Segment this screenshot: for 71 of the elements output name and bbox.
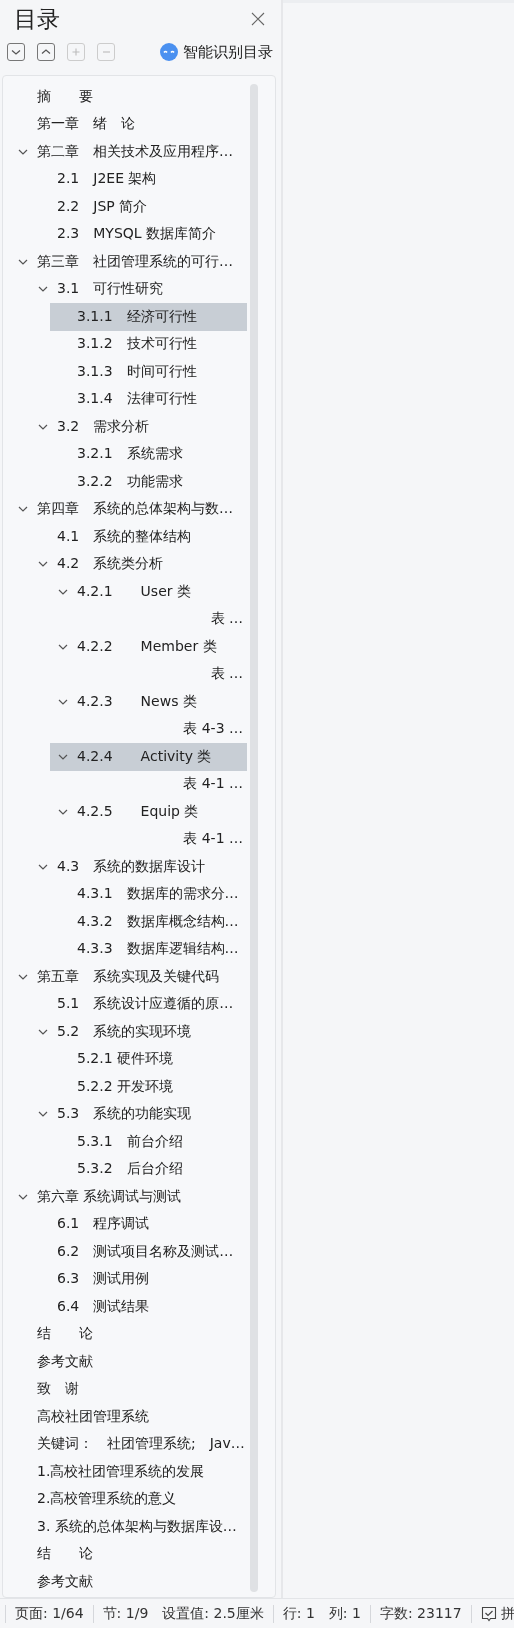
collapse-button[interactable] (37, 43, 55, 61)
tree-item[interactable]: 表 4-3 … (70, 715, 247, 743)
tree-item[interactable]: 4.2.3 News 类 (50, 688, 247, 716)
tree-item[interactable]: 5.2.2 开发环境 (50, 1073, 247, 1101)
tree-item[interactable]: 4.3 系统的数据库设计 (30, 853, 247, 881)
tree-item[interactable]: 第一章 绪 论 (10, 110, 247, 138)
tree-item[interactable]: 关键词： 社团管理系统; Jav… (10, 1430, 247, 1458)
tree-item[interactable]: 参考文献 (10, 1348, 247, 1376)
tree-item[interactable]: 第五章 系统实现及关键代码 (10, 963, 247, 991)
tree-item[interactable]: 表 … (70, 605, 247, 633)
tree-item[interactable]: 表 4-1 … (70, 825, 247, 853)
tree-item[interactable]: 摘 要 (10, 83, 247, 111)
tree-item[interactable]: 6.1 程序调试 (30, 1210, 247, 1238)
tree-item[interactable]: 第三章 社团管理系统的可行… (10, 248, 247, 276)
status-text: 列: 1 (328, 1605, 361, 1623)
status-text: 设置值: 2.5厘米 (162, 1605, 264, 1623)
status-text: 页面: 1/64 (15, 1605, 84, 1623)
tree-item[interactable]: 结 论 (10, 1540, 247, 1568)
tree-item[interactable]: 1.高校社团管理系统的发展 (10, 1458, 247, 1486)
tree-item[interactable]: 高校社团管理系统 (10, 1403, 247, 1431)
tree-item[interactable]: 5.2 系统的实现环境 (30, 1018, 247, 1046)
tree-item[interactable]: 4.2.4 Activity 类 (50, 743, 247, 771)
tree-item[interactable]: 致 谢 (10, 1375, 247, 1403)
tree-item[interactable]: 5.1 系统设计应遵循的原… (30, 990, 247, 1018)
status-text: 字数: 23117 (379, 1605, 462, 1623)
scrollbar[interactable] (250, 84, 258, 1592)
tree-item[interactable]: 4.3.2 数据库概念结构… (50, 908, 247, 936)
tree-item[interactable]: 6.4 测试结果 (30, 1293, 247, 1321)
minus-icon (102, 51, 110, 53)
status-text: 节: 1/9 (102, 1605, 149, 1623)
tree-item[interactable]: 5.2.1 硬件环境 (50, 1045, 247, 1073)
tree-item[interactable]: 结 论 (10, 1320, 247, 1348)
tree-item[interactable]: 5.3.1 前台介绍 (50, 1128, 247, 1156)
tree-item[interactable]: 第四章 系统的总体架构与数… (10, 495, 247, 523)
panel-title: 目录 (14, 4, 60, 34)
status-text: 行: 1 (282, 1605, 315, 1623)
tree-item[interactable]: 表 … (70, 660, 247, 688)
tree-item[interactable]: 3.1.2 技术可行性 (50, 330, 247, 358)
tree-item[interactable]: 表 4-1 … (70, 770, 247, 798)
tree-item[interactable]: 3.1 可行性研究 (30, 275, 247, 303)
tree-item[interactable]: 2.1 J2EE 架构 (30, 165, 247, 193)
expand-button[interactable] (7, 43, 25, 61)
tree-item[interactable]: 2.3 MYSQL 数据库简介 (30, 220, 247, 248)
tree-item[interactable]: 6.3 测试用例 (30, 1265, 247, 1293)
tree-item[interactable]: 3.1.4 法律可行性 (50, 385, 247, 413)
tree-item[interactable]: 6.2 测试项目名称及测试… (30, 1238, 247, 1266)
tree-item[interactable]: 3.1.3 时间可行性 (50, 358, 247, 386)
tree-item[interactable]: 4.2.1 User 类 (50, 578, 247, 606)
tree-item[interactable]: 4.2.5 Equip 类 (50, 798, 247, 826)
robot-icon (159, 42, 179, 62)
spellcheck-toggle[interactable]: 拼 (480, 1605, 514, 1623)
tree-item[interactable]: 4.3.3 数据库逻辑结构… (50, 935, 247, 963)
tree-item[interactable]: 第六章 系统调试与测试 (10, 1183, 247, 1211)
smart-toc-button[interactable]: 智能识别目录 (159, 42, 273, 62)
check-icon (480, 1606, 497, 1622)
tree-item[interactable]: 3.2.2 功能需求 (50, 468, 247, 496)
tree-item[interactable]: 2.2 JSP 简介 (30, 193, 247, 221)
close-icon[interactable] (251, 12, 265, 26)
tree-item[interactable]: 3.2.1 系统需求 (50, 440, 247, 468)
tree-item[interactable]: 2.高校管理系统的意义 (10, 1485, 247, 1513)
tree-item[interactable]: 4.2 系统类分析 (30, 550, 247, 578)
tree-item[interactable]: 3.2 需求分析 (30, 413, 247, 441)
tree-item[interactable]: 3.1.1 经济可行性 (50, 303, 247, 331)
tree-item[interactable]: 4.3.1 数据库的需求分… (50, 880, 247, 908)
tree-item[interactable]: 5.3.2 后台介绍 (50, 1155, 247, 1183)
tree-item[interactable]: 4.1 系统的整体结构 (30, 523, 247, 551)
tree-item[interactable]: 参考文献 (10, 1568, 247, 1596)
tree-item[interactable]: 4.2.2 Member 类 (50, 633, 247, 661)
tree-item[interactable]: 第二章 相关技术及应用程序… (10, 138, 247, 166)
tree-item[interactable]: 5.3 系统的功能实现 (30, 1100, 247, 1128)
tree-item[interactable]: 3. 系统的总体架构与数据库设… (10, 1513, 247, 1541)
